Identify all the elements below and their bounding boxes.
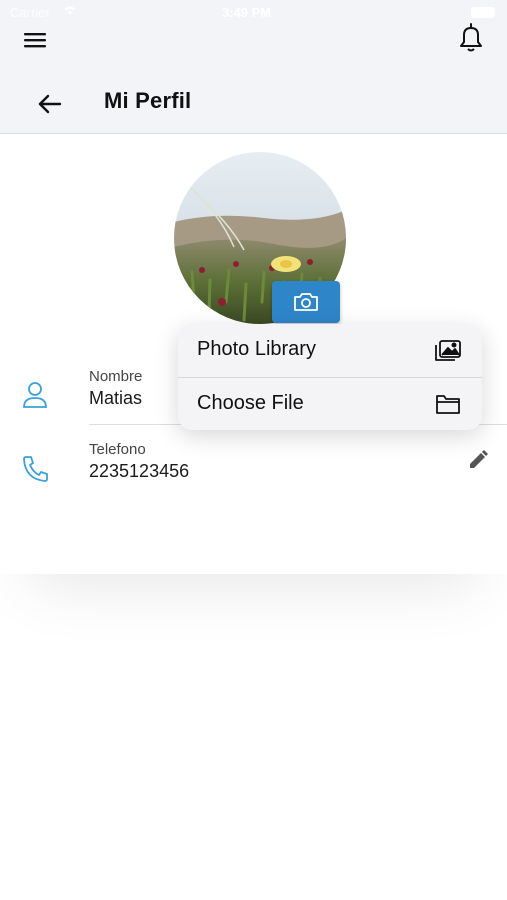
app-bar: Mi Perfil — [0, 23, 507, 134]
phone-icon — [21, 453, 49, 483]
name-value: Matias — [89, 388, 143, 408]
name-label: Nombre — [89, 368, 143, 385]
page-title: Mi Perfil — [104, 88, 192, 113]
phone-value: 2235123456 — [89, 461, 190, 481]
folder-icon — [434, 392, 462, 421]
back-arrow-icon[interactable] — [36, 90, 64, 118]
pencil-icon — [470, 450, 488, 468]
status-bar: Carrier 3:49 PM — [0, 0, 507, 26]
person-icon — [21, 380, 49, 410]
profile-screen: Carrier 3:49 PM Mi Perfil Nombre Matias … — [0, 0, 507, 900]
phone-row: Telefono 2235123456 — [0, 441, 507, 507]
battery-icon — [471, 7, 495, 18]
phone-label: Telefono — [89, 441, 146, 458]
hamburger-menu-icon[interactable] — [22, 26, 50, 54]
change-photo-button[interactable] — [272, 281, 340, 323]
menu-item-choose-file[interactable]: Choose File — [178, 378, 482, 430]
menu-item-label: Photo Library — [197, 338, 316, 360]
edit-phone-button[interactable] — [467, 449, 489, 471]
wifi-icon — [62, 4, 78, 19]
photo-source-menu: Photo Library Choose File — [178, 324, 482, 430]
bell-icon[interactable] — [456, 21, 486, 53]
camera-icon — [294, 293, 318, 311]
menu-item-label: Choose File — [197, 392, 304, 414]
status-time: 3:49 PM — [222, 5, 272, 20]
menu-item-photo-library[interactable]: Photo Library — [178, 324, 482, 377]
photos-icon — [434, 338, 462, 367]
carrier-label: Carrier — [10, 5, 50, 20]
